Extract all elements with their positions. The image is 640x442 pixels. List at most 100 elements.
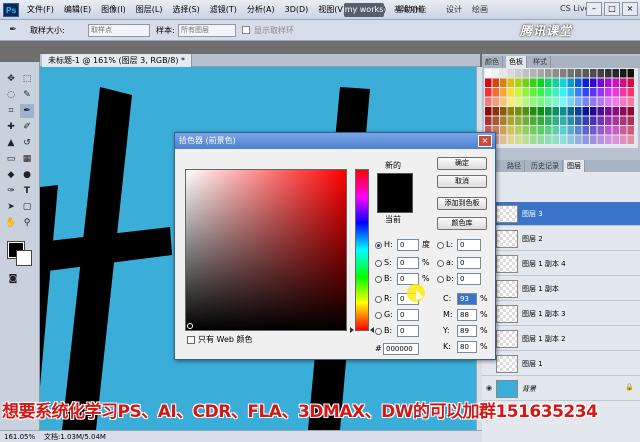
brightness-radio[interactable] xyxy=(375,276,382,283)
tab-color[interactable]: 颜色 xyxy=(482,56,503,68)
swatch-cell[interactable] xyxy=(500,69,507,78)
hue-radio[interactable] xyxy=(375,242,382,249)
swatch-cell[interactable] xyxy=(507,107,515,116)
swatch-cell[interactable] xyxy=(537,135,545,145)
menu-image[interactable]: 图像(I) xyxy=(96,0,131,20)
b-channel-radio[interactable] xyxy=(437,276,444,283)
gradient-tool-icon[interactable]: ▦ xyxy=(20,152,34,166)
swatch-cell[interactable] xyxy=(545,116,552,126)
swatch-cell[interactable] xyxy=(597,69,605,78)
eraser-tool-icon[interactable]: ▭ xyxy=(4,152,18,166)
a-channel-input[interactable]: 0 xyxy=(457,257,481,269)
swatch-cell[interactable] xyxy=(612,97,620,107)
workspace-essentials[interactable]: 基本功能 xyxy=(394,0,426,20)
swatch-cell[interactable] xyxy=(560,116,567,126)
swatch-cell[interactable] xyxy=(590,116,597,126)
swatch-cell[interactable] xyxy=(560,97,567,107)
swatch-cell[interactable] xyxy=(575,78,582,88)
swatch-cell[interactable] xyxy=(612,78,620,88)
tab-styles[interactable]: 样式 xyxy=(530,56,551,68)
swatch-cell[interactable] xyxy=(485,116,492,126)
layer-row[interactable]: ◉ 背景 🔒 xyxy=(482,377,640,401)
blue-radio[interactable] xyxy=(375,328,382,335)
swatch-cell[interactable] xyxy=(537,107,545,116)
swatch-cell[interactable] xyxy=(545,107,552,116)
swatch-cell[interactable] xyxy=(627,135,635,145)
swatch-cell[interactable] xyxy=(590,88,597,97)
hand-tool-icon[interactable]: ✋ xyxy=(4,216,18,230)
dodge-tool-icon[interactable]: ● xyxy=(20,168,34,182)
swatch-cell[interactable] xyxy=(597,97,605,107)
swatch-cell[interactable] xyxy=(537,126,545,135)
hue-slider-handle-right[interactable] xyxy=(370,327,374,333)
swatch-cell[interactable] xyxy=(552,69,560,78)
menu-analysis[interactable]: 分析(A) xyxy=(242,0,280,20)
swatch-cell[interactable] xyxy=(537,78,545,88)
swatch-cell[interactable] xyxy=(552,88,560,97)
swatch-cell[interactable] xyxy=(485,78,492,88)
swatch-cell[interactable] xyxy=(507,126,515,135)
hue-slider-handle-left[interactable] xyxy=(350,327,354,333)
swatch-cell[interactable] xyxy=(575,116,582,126)
swatch-cell[interactable] xyxy=(590,126,597,135)
eye-icon[interactable]: ◉ xyxy=(484,383,494,393)
swatch-cell[interactable] xyxy=(627,69,635,78)
swatch-cell[interactable] xyxy=(627,107,635,116)
swatch-cell[interactable] xyxy=(522,78,530,88)
swatch-cell[interactable] xyxy=(582,135,590,145)
swatch-cell[interactable] xyxy=(530,126,537,135)
swatch-cell[interactable] xyxy=(560,126,567,135)
swatch-cell[interactable] xyxy=(560,69,567,78)
swatch-cell[interactable] xyxy=(515,88,522,97)
yellow-input[interactable]: 89 xyxy=(457,325,477,337)
type-tool-icon[interactable]: T xyxy=(20,184,34,198)
document-tab[interactable]: 未标题-1 @ 161% (图层 3, RGB/8) * xyxy=(42,54,193,67)
swatch-cell[interactable] xyxy=(590,69,597,78)
swatch-cell[interactable] xyxy=(612,69,620,78)
swatch-cell[interactable] xyxy=(492,88,500,97)
swatches-grid[interactable] xyxy=(484,68,638,148)
swatch-cell[interactable] xyxy=(612,107,620,116)
lightness-input[interactable]: 0 xyxy=(457,239,481,251)
swatch-cell[interactable] xyxy=(567,78,575,88)
swatch-cell[interactable] xyxy=(485,107,492,116)
b-channel-input[interactable]: 0 xyxy=(457,273,481,285)
swatch-cell[interactable] xyxy=(530,116,537,126)
swatch-cell[interactable] xyxy=(560,78,567,88)
swatch-cell[interactable] xyxy=(605,107,612,116)
shape-tool-icon[interactable]: ▢ xyxy=(20,200,34,214)
swatch-cell[interactable] xyxy=(530,135,537,145)
swatch-cell[interactable] xyxy=(545,135,552,145)
swatch-cell[interactable] xyxy=(575,69,582,78)
maximize-icon[interactable]: □ xyxy=(604,2,620,16)
swatch-cell[interactable] xyxy=(575,135,582,145)
swatch-cell[interactable] xyxy=(597,107,605,116)
menu-edit[interactable]: 编辑(E) xyxy=(59,0,96,20)
swatch-cell[interactable] xyxy=(567,116,575,126)
blur-tool-icon[interactable]: ◆ xyxy=(4,168,18,182)
swatch-cell[interactable] xyxy=(522,126,530,135)
menu-layer[interactable]: 图层(L) xyxy=(131,0,168,20)
swatch-cell[interactable] xyxy=(605,135,612,145)
swatch-cell[interactable] xyxy=(605,116,612,126)
color-cursor[interactable] xyxy=(187,323,193,329)
crop-tool-icon[interactable]: ⌗ xyxy=(4,104,18,118)
swatch-cell[interactable] xyxy=(545,97,552,107)
black-input[interactable]: 80 xyxy=(457,341,477,353)
path-select-icon[interactable]: ➤ xyxy=(4,200,18,214)
swatch-cell[interactable] xyxy=(597,88,605,97)
workspace-my-works-button[interactable]: my works xyxy=(344,3,384,17)
swatch-cell[interactable] xyxy=(530,107,537,116)
saturation-brightness-field[interactable] xyxy=(185,169,347,331)
swatch-cell[interactable] xyxy=(515,126,522,135)
swatch-cell[interactable] xyxy=(590,78,597,88)
hex-input[interactable]: 000000 xyxy=(383,343,419,355)
swatch-cell[interactable] xyxy=(612,126,620,135)
lightness-radio[interactable] xyxy=(437,242,444,249)
swatch-cell[interactable] xyxy=(515,116,522,126)
swatch-cell[interactable] xyxy=(507,69,515,78)
swatch-cell[interactable] xyxy=(530,97,537,107)
sample-select[interactable]: 所有图层 xyxy=(178,24,236,37)
swatch-cell[interactable] xyxy=(605,126,612,135)
swatch-cell[interactable] xyxy=(627,116,635,126)
